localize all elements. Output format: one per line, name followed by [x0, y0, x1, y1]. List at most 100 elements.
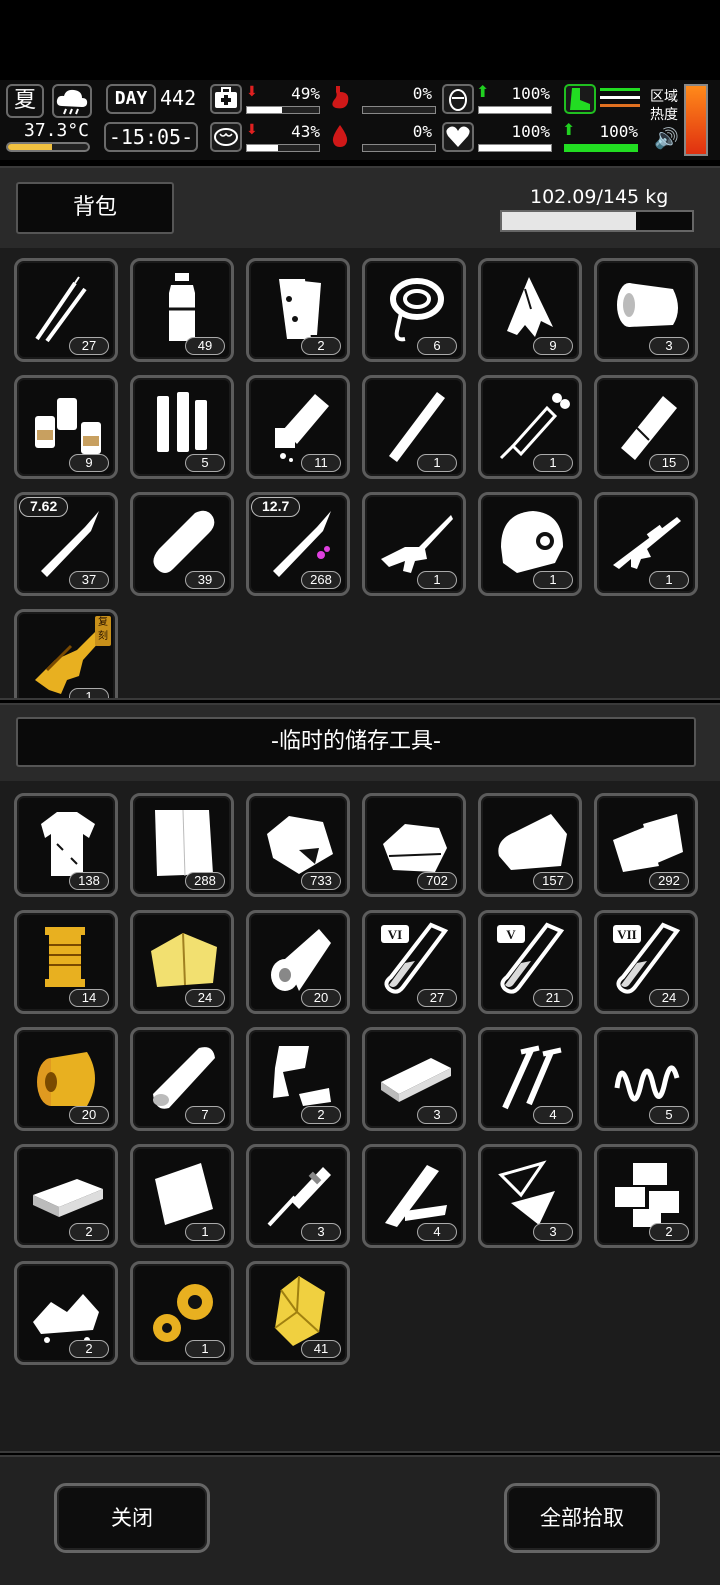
inventory-slot[interactable]: 27 [14, 258, 118, 362]
item-count: 1 [417, 454, 457, 472]
inventory-slot[interactable]: 5 [594, 1027, 698, 1131]
item-count: 6 [417, 337, 457, 355]
bread-icon [143, 503, 223, 581]
inventory-slot[interactable]: 702 [362, 793, 466, 897]
inventory-slot[interactable]: 20 [14, 1027, 118, 1131]
inventory-slot[interactable]: 5 [130, 375, 234, 479]
item-count: 138 [69, 872, 109, 890]
inventory-slot[interactable]: 1 [362, 375, 466, 479]
pill-bottles-icon [27, 386, 107, 464]
svg-text:VI: VI [388, 927, 402, 942]
item-count: 37 [69, 571, 109, 589]
paper-roll-icon [259, 921, 339, 999]
item-count: 4 [533, 1106, 573, 1124]
inventory-slot[interactable]: 4 [478, 1027, 582, 1131]
inventory-slot[interactable]: 9 [478, 258, 582, 362]
wrapped-bar-icon [607, 386, 687, 464]
backpack-grid: 27 49 2 6 9 3 9 5 11 1 1 15 7.62 37 39 12.7 268 1 1 1 复刻 1 [14, 258, 706, 698]
test-tube-vi-icon: VI [375, 921, 455, 999]
sanity-stat: ⬇ 43% [210, 122, 320, 152]
storage-panel: -临时的储存工具- 138 288 733 702 157 292 14 24 20 VI 27 V 2… [0, 703, 720, 1453]
backpack-tab[interactable]: 背包 [16, 182, 174, 234]
storage-header: -临时的储存工具- [0, 705, 720, 781]
inventory-slot[interactable]: 1 [362, 492, 466, 596]
inventory-slot[interactable]: V 21 [478, 910, 582, 1014]
inventory-slot[interactable]: 1 [478, 375, 582, 479]
item-count: 1 [533, 454, 573, 472]
inventory-slot[interactable]: 3 [594, 258, 698, 362]
water-bottle-icon [143, 269, 223, 347]
inventory-slot[interactable]: 1 [130, 1144, 234, 1248]
inventory-slot[interactable]: 1 [478, 492, 582, 596]
inventory-slot[interactable]: 2 [14, 1261, 118, 1365]
gold-crystal-icon [259, 1272, 339, 1350]
inventory-slot[interactable]: 3 [478, 1144, 582, 1248]
item-count: 20 [301, 989, 341, 1007]
inventory-slot[interactable]: 157 [478, 793, 582, 897]
metal-sheet-icon [143, 1155, 223, 1233]
inventory-slot[interactable]: 2 [14, 1144, 118, 1248]
heart-icon [442, 122, 474, 152]
helmet-icon [491, 503, 571, 581]
region-heat-label: 区域 热度 [650, 88, 678, 124]
item-count: 14 [69, 989, 109, 1007]
sanity-percent: 43% [291, 122, 320, 141]
inventory-slot[interactable]: 20 [246, 910, 350, 1014]
inventory-slot[interactable]: 292 [594, 793, 698, 897]
close-button[interactable]: 关闭 [54, 1483, 210, 1553]
test-tube-v-icon: V [491, 921, 571, 999]
inventory-slot[interactable]: 49 [130, 258, 234, 362]
heart-percent: 100% [511, 122, 550, 141]
take-all-button[interactable]: 全部拾取 [504, 1483, 660, 1553]
reissue-badge: 复刻 [95, 616, 111, 646]
batteries-icon [143, 386, 223, 464]
inventory-slot[interactable]: 138 [14, 793, 118, 897]
inventory-slot[interactable]: VII 24 [594, 910, 698, 1014]
inventory-slot[interactable]: 3 [246, 1144, 350, 1248]
thirst-bar [362, 144, 436, 152]
item-count: 5 [649, 1106, 689, 1124]
inventory-slot[interactable]: 14 [14, 910, 118, 1014]
inventory-slot[interactable]: 41 [246, 1261, 350, 1365]
plank-icon [375, 1038, 455, 1116]
item-count: 1 [185, 1223, 225, 1241]
inventory-slot[interactable]: 2 [594, 1144, 698, 1248]
inventory-slot[interactable]: 11 [246, 375, 350, 479]
bladder-bar [478, 106, 552, 114]
inventory-slot[interactable]: VI 27 [362, 910, 466, 1014]
inventory-slot[interactable]: 6 [362, 258, 466, 362]
item-count: 268 [301, 571, 341, 589]
inventory-slot[interactable]: 12.7 268 [246, 492, 350, 596]
thirst-stat: 0% [326, 122, 436, 152]
stick-icon [375, 386, 455, 464]
rain-cloud-icon [52, 84, 92, 118]
inventory-slot[interactable]: 288 [130, 793, 234, 897]
inventory-slot[interactable]: 733 [246, 793, 350, 897]
health-bar [246, 106, 320, 114]
inventory-slot[interactable]: 24 [130, 910, 234, 1014]
inventory-slot[interactable]: 7.62 37 [14, 492, 118, 596]
cloth-sheet-icon [143, 804, 223, 882]
folded-cloth-icon [375, 804, 455, 882]
storage-grid: 138 288 733 702 157 292 14 24 20 VI 27 V 21 VII 24 20 7 2… [14, 793, 706, 1383]
inventory-slot[interactable]: 3 [362, 1027, 466, 1131]
day-label: DAY [106, 84, 156, 114]
inventory-slot[interactable]: 4 [362, 1144, 466, 1248]
inventory-slot[interactable]: 7 [130, 1027, 234, 1131]
assault-rifle-icon [375, 503, 455, 581]
speaker-icon[interactable]: 🔊 [654, 126, 679, 150]
inventory-slot[interactable]: 1 [130, 1261, 234, 1365]
inventory-slot[interactable]: 15 [594, 375, 698, 479]
inventory-slot[interactable]: 2 [246, 1027, 350, 1131]
inventory-slot[interactable]: 39 [130, 492, 234, 596]
inventory-slot[interactable]: 复刻 1 [14, 609, 118, 698]
health-stat: ⬇ 49% [210, 84, 320, 114]
item-count: 39 [185, 571, 225, 589]
item-count: 24 [649, 989, 689, 1007]
caliber-label: 12.7 [251, 497, 301, 517]
item-count: 7 [185, 1106, 225, 1124]
inventory-slot[interactable]: 2 [246, 258, 350, 362]
backpack-header: 背包 102.09/145 kg [0, 168, 720, 248]
inventory-slot[interactable]: 9 [14, 375, 118, 479]
inventory-slot[interactable]: 1 [594, 492, 698, 596]
